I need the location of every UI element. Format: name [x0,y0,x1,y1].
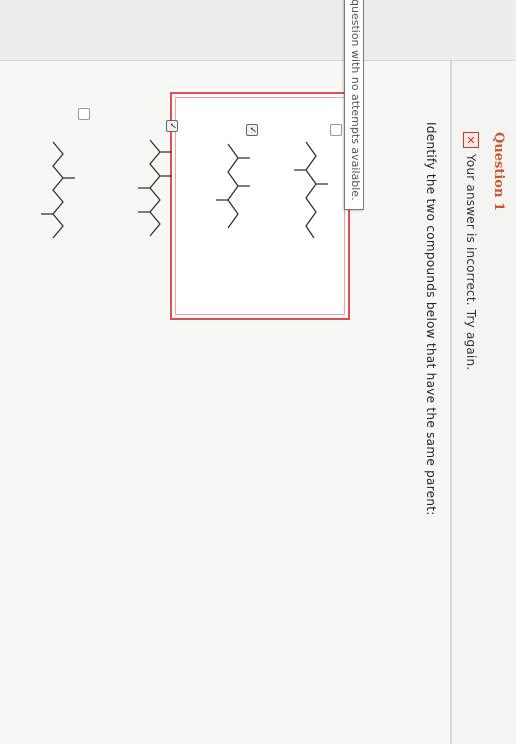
attempts-tooltip: question with no attempts available. [344,0,364,210]
top-toolbar [450,0,516,744]
feedback-text: Your answer is incorrect. Try again. [464,154,478,371]
choice-1-checkbox[interactable] [78,108,90,120]
molecule-4 [290,140,330,240]
screen-stage: Question 1 ✕ Your answer is incorrect. T… [0,0,516,744]
choice-3-checkbox[interactable]: ✓ [246,124,258,136]
x-icon: ✕ [463,132,479,148]
choice-4-checkbox[interactable] [330,124,342,136]
question-prompt: Identify the two compounds below that ha… [424,122,438,516]
feedback-row: ✕ Your answer is incorrect. Try again. [462,132,480,370]
molecule-1 [38,140,78,240]
molecule-3 [212,140,252,240]
question-title: Question 1 [491,132,506,212]
molecule-2 [134,138,174,238]
choice-2-checkbox[interactable]: ✓ [166,120,178,132]
left-side-strip [0,0,516,61]
